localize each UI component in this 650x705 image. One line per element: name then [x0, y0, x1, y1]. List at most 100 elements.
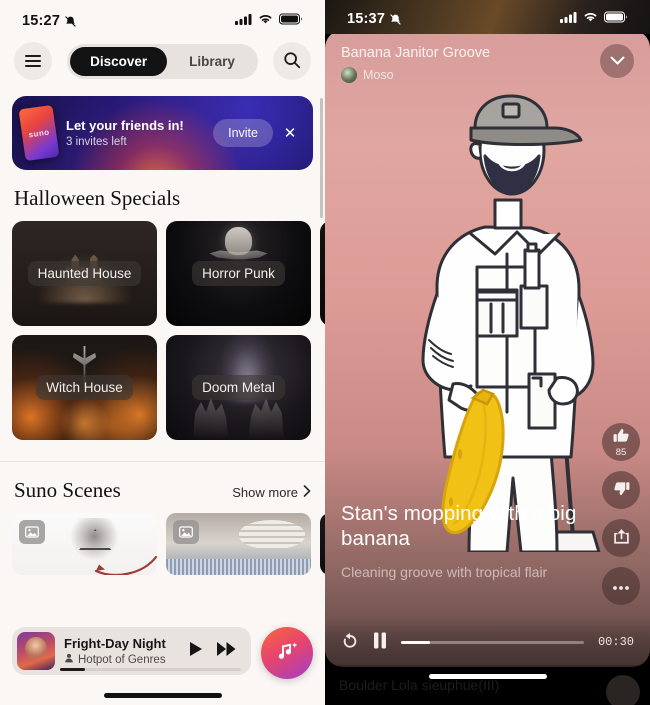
scene-card-1[interactable] [12, 513, 157, 575]
chevron-right-icon [303, 485, 311, 500]
now-playing-card: Banana Janitor Groove Moso Stan's moppin… [325, 30, 650, 667]
mini-player-artist: Hotpot of Genres [64, 653, 183, 666]
transport-bar: 00:30 [325, 617, 650, 667]
like-button[interactable]: 85 [602, 423, 640, 461]
suno-scenes-header: Suno Scenes Show more [0, 462, 325, 513]
chevron-down-icon [610, 54, 625, 69]
discover-scroll-area[interactable]: suno Let your friends in! 3 invites left… [0, 90, 325, 643]
genre-card-doom-metal[interactable]: Doom Metal [166, 335, 311, 440]
page-title-suno-scenes: Suno Scenes [14, 478, 121, 502]
red-arrow-annotation [94, 555, 157, 575]
halloween-row-1: Haunted House Horror Punk [0, 221, 325, 335]
pause-button[interactable] [373, 632, 387, 652]
mini-player-progress[interactable] [60, 668, 241, 671]
restart-button[interactable] [341, 632, 359, 653]
action-rail: 85 [602, 423, 640, 605]
hamburger-menu-icon [25, 52, 41, 70]
restart-icon [341, 632, 359, 653]
genre-card-haunted-house[interactable]: Haunted House [12, 221, 157, 326]
share-button[interactable] [602, 519, 640, 557]
wifi-icon [258, 12, 273, 30]
show-more-label: Show more [232, 485, 298, 500]
dual-screenshot: 15:27 Discover Library suno Let your fri… [0, 0, 650, 705]
track-artist[interactable]: Moso [341, 67, 600, 84]
status-bar-left: 15:37 [347, 11, 402, 27]
create-button[interactable] [261, 627, 313, 679]
mini-player-artwork [17, 632, 55, 670]
invite-subtitle: 3 invites left [66, 136, 127, 149]
invite-card-art: suno [18, 104, 60, 162]
wifi-icon [583, 10, 598, 28]
track-artist-label: Moso [363, 68, 394, 83]
playback-time: 00:30 [597, 635, 634, 649]
thumbs-up-icon [613, 427, 630, 447]
suno-scenes-row [0, 513, 325, 575]
status-bar-right [235, 12, 303, 30]
invite-text: Let your friends in! 3 invites left [66, 118, 213, 148]
battery-icon [604, 10, 628, 28]
cellular-signal-icon [560, 10, 577, 28]
status-time: 15:27 [22, 13, 61, 29]
close-icon[interactable]: ✕ [277, 120, 303, 146]
ellipsis-icon [612, 579, 630, 594]
genre-card-label: Haunted House [27, 261, 142, 286]
vertical-scrollbar[interactable] [320, 98, 323, 218]
bell-off-icon [389, 13, 402, 26]
person-icon [64, 653, 74, 666]
tab-discover[interactable]: Discover [70, 46, 168, 76]
genre-card-horror-punk[interactable]: Horror Punk [166, 221, 311, 326]
mini-player[interactable]: Fright-Day Night Hotpot of Genres [12, 627, 251, 675]
lyric-current-line: Stan's mopping with a big banana [341, 501, 577, 550]
menu-button[interactable] [14, 42, 52, 80]
home-indicator [428, 674, 547, 679]
mini-player-meta: Fright-Day Night Hotpot of Genres [55, 636, 183, 667]
image-placeholder-icon [19, 520, 45, 544]
more-button[interactable] [602, 567, 640, 605]
music-note-sparkle-icon [274, 638, 300, 669]
image-placeholder-icon [173, 520, 199, 544]
status-bar: 15:37 [325, 0, 650, 34]
mini-player-artist-label: Hotpot of Genres [78, 653, 166, 666]
fast-forward-icon[interactable] [217, 641, 236, 662]
invite-button[interactable]: Invite [213, 119, 273, 147]
player-header-text: Banana Janitor Groove Moso [341, 44, 600, 84]
search-icon [283, 51, 301, 72]
page-title-halloween: Halloween Specials [14, 186, 181, 210]
thumbs-down-icon [613, 480, 630, 500]
genre-card-label: Doom Metal [192, 375, 285, 400]
share-icon [613, 528, 630, 548]
player-screen: 15:37 Boulder Lola sieuphue(III) Banana … [325, 0, 650, 705]
track-title: Banana Janitor Groove [341, 45, 491, 61]
player-header: Banana Janitor Groove Moso [325, 30, 650, 84]
invite-banner[interactable]: suno Let your friends in! 3 invites left… [12, 96, 313, 170]
top-bar: Discover Library [0, 36, 325, 90]
dislike-button[interactable] [602, 471, 640, 509]
pause-icon [373, 632, 387, 652]
bottom-sheet-title: Boulder Lola sieuphue(III) [339, 677, 500, 693]
bottom-sheet-action[interactable] [606, 675, 640, 705]
bottom-sheet-peek[interactable]: Boulder Lola sieuphue(III) [325, 665, 650, 705]
tab-library[interactable]: Library [169, 47, 255, 76]
lyrics-container[interactable]: Stan's mopping with a big banana Cleanin… [341, 501, 592, 581]
play-icon[interactable] [189, 641, 204, 662]
collapse-button[interactable] [600, 44, 634, 78]
invite-title: Let your friends in! [66, 117, 184, 133]
halloween-row-2: Witch House Doom Metal [0, 335, 325, 449]
search-button[interactable] [272, 42, 311, 80]
genre-card-witch-house[interactable]: Witch House [12, 335, 157, 440]
avatar [341, 67, 357, 84]
mini-player-container: Fright-Day Night Hotpot of Genres [0, 615, 325, 705]
genre-card-label: Witch House [36, 375, 133, 400]
discover-library-segmented-control[interactable]: Discover Library [67, 43, 258, 79]
playback-progress-bar[interactable] [401, 640, 584, 644]
status-bar-right [560, 10, 628, 28]
lyric-next-line: Cleaning groove with tropical flair [341, 563, 548, 580]
genre-card-label: Horror Punk [192, 261, 285, 286]
scene-card-2[interactable] [166, 513, 311, 575]
cellular-signal-icon [235, 12, 252, 30]
show-more-button[interactable]: Show more [232, 485, 311, 500]
bell-off-icon [64, 15, 77, 28]
mini-player-title: Fright-Day Night [64, 635, 166, 651]
status-time: 15:37 [347, 11, 386, 27]
status-bar-left: 15:27 [22, 13, 77, 29]
